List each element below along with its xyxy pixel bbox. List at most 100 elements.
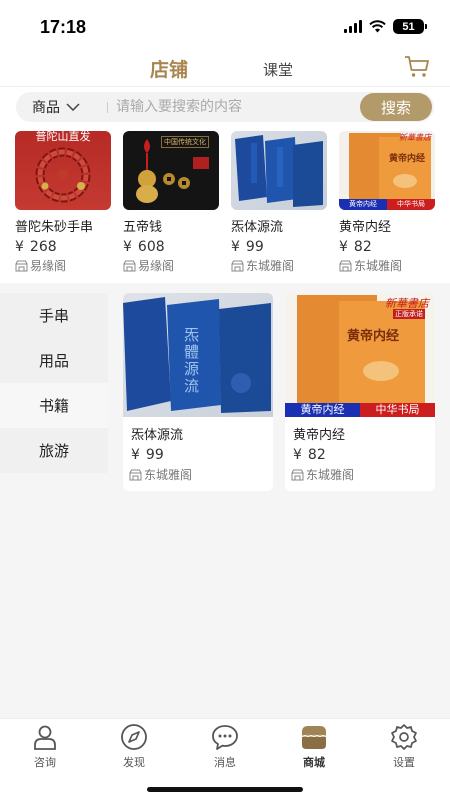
book-graphic [235,135,323,207]
bracelet-graphic [35,147,91,203]
nav-label: 咨询 [34,756,56,769]
category-sidebar: 手串 用品 书籍 旅游 [0,293,108,473]
header-divider [0,86,450,87]
search-category-label: 商品 [32,100,60,116]
brand-logo: 新華書店 [399,133,431,142]
price-value: 268 [29,239,57,255]
product-price: ¥ 82 [293,447,435,463]
product-name: 炁体源流 [231,220,284,235]
product-name: 黄帝内经 [293,428,346,443]
price-value: 99 [145,447,164,463]
product-image: 中国传统文化 [123,131,219,210]
category-item-shuji[interactable]: 书籍 [0,383,108,428]
category-item-lvyou[interactable]: 旅游 [0,428,108,473]
featured-product-row: 普陀山直发 普陀朱砂手串 ¥ 268 易缘阁 中国传统文化 五帝钱 ¥ 608 … [15,131,450,276]
featured-product-card[interactable]: 炁体源流 ¥ 99 东城雅阁 [231,131,331,274]
tab-shop[interactable]: 店铺 [150,55,188,82]
currency-symbol: ¥ [15,239,24,255]
store-name: 东城雅阁 [306,468,355,482]
product-price: ¥ 99 [231,239,331,255]
banner-left: 黄帝内经 [339,199,387,210]
store-icon [123,260,136,271]
store-icon [15,260,28,271]
tab-class[interactable]: 课堂 [263,59,293,80]
banner-right: 中华书局 [360,403,435,417]
currency-symbol: ¥ [293,447,302,463]
store-name: 东城雅阁 [354,259,403,273]
compass-icon [121,724,147,750]
store-name: 易缘阁 [138,259,175,273]
product-image [231,131,327,210]
category-item-yongpin[interactable]: 用品 [0,338,108,383]
price-value: 608 [137,239,165,255]
nav-item-consult[interactable]: 咨询 [15,723,75,770]
search-input[interactable] [108,92,358,122]
category-item-shouchuan[interactable]: 手串 [0,293,108,338]
featured-product-card[interactable]: 中国传统文化 五帝钱 ¥ 608 易缘阁 [123,131,223,274]
product-name: 五帝钱 [123,220,163,235]
nav-label: 商城 [303,756,325,769]
top-tabs: 店铺 课堂 [0,52,450,88]
product-price: ¥ 608 [123,239,223,255]
cart-icon[interactable] [404,55,430,79]
product-image: 普陀山直发 [15,131,111,210]
chat-icon [212,725,238,750]
chevron-down-icon [66,103,80,111]
price-value: 82 [307,447,326,463]
home-indicator [147,787,303,792]
search-category-select[interactable]: 商品 [32,97,80,117]
store-icon [129,469,142,480]
nav-label: 设置 [393,756,415,769]
store-name: 东城雅阁 [246,259,295,273]
product-price: ¥ 82 [339,239,439,255]
nav-item-discover[interactable]: 发现 [104,723,164,770]
product-name: 普陀朱砂手串 [15,220,94,235]
product-store: 东城雅阁 [129,466,273,483]
featured-product-card[interactable]: 新華書店 黄帝内经 黄帝内经 中华书局 黄帝内经 ¥ 82 东城雅阁 [339,131,439,274]
gear-icon [391,724,417,750]
shop-icon [301,726,327,749]
grid-product-card[interactable]: 炁體源流 炁体源流 ¥ 99 东城雅阁 [123,293,273,491]
currency-symbol: ¥ [231,239,240,255]
cover-title: 黄帝内经 [389,154,426,164]
store-icon [339,260,352,271]
grid-product-card[interactable]: 新華書店 正版承诺 黄帝内经 黄帝内经 中华书局 黄帝内经 ¥ 82 东城雅阁 [285,293,435,491]
status-time: 17:18 [40,17,87,37]
nav-item-settings[interactable]: 设置 [374,723,434,770]
person-icon [34,725,56,750]
store-icon [291,469,304,480]
product-store: 东城雅阁 [231,257,331,274]
featured-product-card[interactable]: 普陀山直发 普陀朱砂手串 ¥ 268 易缘阁 [15,131,115,274]
nav-item-messages[interactable]: 消息 [195,723,255,770]
cover-banner: 黄帝内经 中华书局 [339,199,435,210]
price-value: 99 [245,239,264,255]
wifi-icon [369,20,386,33]
banner-right: 中华书局 [387,199,435,210]
product-store: 东城雅阁 [339,257,439,274]
search-bar: 商品 搜索 [16,92,434,122]
store-name: 易缘阁 [30,259,67,273]
status-bar: 17:18 51 [0,0,450,52]
product-image: 新華書店 正版承诺 黄帝内经 黄帝内经 中华书局 [285,293,435,417]
currency-symbol: ¥ [131,447,140,463]
store-name: 东城雅阁 [144,468,193,482]
cover-banner: 黄帝内经 中华书局 [285,403,435,417]
badge: 正版承诺 [393,309,425,319]
product-store: 易缘阁 [123,257,223,274]
product-image: 炁體源流 [123,293,273,417]
search-button[interactable]: 搜索 [360,93,432,121]
product-image: 新華書店 黄帝内经 黄帝内经 中华书局 [339,131,435,210]
banner-left: 黄帝内经 [285,403,360,417]
nav-item-mall[interactable]: 商城 [284,723,344,770]
product-store: 易缘阁 [15,257,115,274]
nav-label: 发现 [123,756,145,769]
store-icon [231,260,244,271]
product-store: 东城雅阁 [291,466,435,483]
currency-symbol: ¥ [339,239,348,255]
signal-icon [344,20,362,33]
battery-icon: 51 [393,19,427,34]
product-price: ¥ 268 [15,239,115,255]
status-icons: 51 [344,19,427,34]
product-price: ¥ 99 [131,447,273,463]
currency-symbol: ¥ [123,239,132,255]
